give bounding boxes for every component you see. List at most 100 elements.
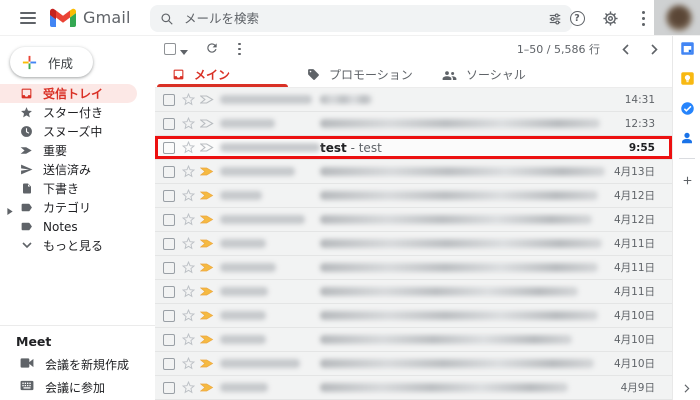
row-checkbox[interactable]	[163, 310, 175, 322]
importance-marker[interactable]	[200, 238, 214, 249]
add-addon-plus-icon[interactable]	[673, 174, 700, 187]
help-icon[interactable]: ?	[566, 7, 588, 29]
more-options-icon[interactable]	[238, 43, 241, 56]
row-checkbox[interactable]	[163, 94, 175, 106]
calendar-icon[interactable]	[673, 41, 700, 56]
collapse-panel-chevron-icon[interactable]	[673, 384, 700, 393]
email-row[interactable]: 4月11日	[155, 280, 672, 304]
importance-marker[interactable]	[200, 286, 214, 297]
keep-icon[interactable]	[673, 71, 700, 86]
sidebar-item-important[interactable]: 重要	[0, 141, 137, 160]
row-checkbox[interactable]	[163, 334, 175, 346]
importance-marker[interactable]	[200, 142, 214, 153]
gmail-logo[interactable]: Gmail	[50, 8, 131, 28]
email-row[interactable]: 4月10日	[155, 328, 672, 352]
contacts-icon[interactable]	[673, 131, 700, 145]
email-list: 14:31 12:33 test - test 9:55 4月13日 4月12日	[155, 88, 672, 400]
importance-marker[interactable]	[200, 166, 214, 177]
star-icon[interactable]	[182, 381, 195, 394]
expand-caret-icon[interactable]	[7, 204, 13, 218]
apps-grid-icon[interactable]	[632, 7, 654, 29]
panel-divider	[679, 158, 695, 159]
new-meeting-item[interactable]: 会議を新規作成	[0, 354, 155, 374]
sidebar-item-starred[interactable]: スター付き	[0, 103, 137, 122]
tab-promotions[interactable]: プロモーション	[290, 62, 425, 87]
sidebar-item-label: 送信済み	[43, 161, 91, 178]
email-row[interactable]: 4月11日	[155, 232, 672, 256]
email-row[interactable]: 14:31	[155, 88, 672, 112]
row-checkbox[interactable]	[163, 286, 175, 298]
importance-marker[interactable]	[200, 358, 214, 369]
email-row[interactable]: 4月10日	[155, 304, 672, 328]
search-input[interactable]	[184, 11, 548, 26]
email-row[interactable]: 4月13日	[155, 160, 672, 184]
pagination-label: 1–50 / 5,586 行	[517, 41, 600, 57]
hamburger-menu-icon[interactable]	[8, 0, 48, 36]
sidebar-item-sent[interactable]: 送信済み	[0, 160, 137, 179]
importance-marker[interactable]	[200, 94, 214, 105]
email-time: 4月10日	[614, 356, 655, 371]
email-row[interactable]: 4月12日	[155, 208, 672, 232]
row-checkbox[interactable]	[163, 358, 175, 370]
sender-blurred	[220, 167, 320, 176]
row-checkbox[interactable]	[163, 166, 175, 178]
row-checkbox[interactable]	[163, 214, 175, 226]
email-row[interactable]: test - test 9:55	[155, 136, 672, 160]
importance-marker[interactable]	[200, 310, 214, 321]
sidebar-item-label: カテゴリ	[43, 199, 91, 216]
sidebar-item-drafts[interactable]: 下書き	[0, 179, 137, 198]
sidebar-item-inbox[interactable]: 受信トレイ	[0, 84, 137, 103]
older-page-icon[interactable]	[651, 40, 658, 59]
tasks-icon[interactable]	[673, 101, 700, 116]
email-row[interactable]: 4月10日	[155, 352, 672, 376]
sidebar-item-categories[interactable]: カテゴリ	[0, 198, 137, 217]
row-checkbox[interactable]	[163, 238, 175, 250]
star-icon[interactable]	[182, 213, 195, 226]
sender-blurred	[220, 215, 320, 224]
importance-marker[interactable]	[200, 190, 214, 201]
refresh-icon[interactable]	[205, 40, 219, 59]
email-row[interactable]: 4月12日	[155, 184, 672, 208]
star-icon[interactable]	[182, 357, 195, 370]
search-options-tune-icon[interactable]	[548, 12, 562, 26]
row-checkbox[interactable]	[163, 118, 175, 130]
row-checkbox[interactable]	[163, 262, 175, 274]
user-avatar[interactable]	[654, 0, 700, 35]
email-row[interactable]: 4月11日	[155, 256, 672, 280]
email-row[interactable]: 4月9日	[155, 376, 672, 400]
social-people-icon	[442, 69, 457, 81]
join-meeting-item[interactable]: 会議に参加	[0, 377, 155, 397]
email-row[interactable]: 12:33	[155, 112, 672, 136]
star-icon[interactable]	[182, 237, 195, 250]
sender-blurred	[220, 95, 320, 104]
star-icon[interactable]	[182, 117, 195, 130]
star-icon[interactable]	[182, 333, 195, 346]
newer-page-icon[interactable]	[622, 40, 629, 59]
row-checkbox[interactable]	[163, 382, 175, 394]
star-icon[interactable]	[182, 309, 195, 322]
sidebar-item-snoozed[interactable]: スヌーズ中	[0, 122, 137, 141]
tab-primary[interactable]: メイン	[155, 62, 290, 87]
star-icon[interactable]	[182, 141, 195, 154]
star-icon[interactable]	[182, 189, 195, 202]
settings-gear-icon[interactable]	[599, 7, 621, 29]
row-checkbox[interactable]	[163, 142, 175, 154]
search-bar[interactable]	[150, 5, 572, 32]
star-icon[interactable]	[182, 285, 195, 298]
compose-button[interactable]: 作成	[10, 47, 93, 77]
importance-marker[interactable]	[200, 214, 214, 225]
sidebar-item-notes[interactable]: Notes	[0, 217, 137, 236]
importance-marker[interactable]	[200, 118, 214, 129]
select-dropdown-icon[interactable]	[180, 40, 188, 59]
row-checkbox[interactable]	[163, 190, 175, 202]
importance-marker[interactable]	[200, 382, 214, 393]
sidebar-item-more[interactable]: もっと見る	[0, 236, 137, 255]
importance-marker[interactable]	[200, 334, 214, 345]
sidebar-item-label: 下書き	[43, 180, 79, 197]
star-icon[interactable]	[182, 165, 195, 178]
select-all-checkbox[interactable]	[164, 43, 176, 55]
star-icon[interactable]	[182, 261, 195, 274]
importance-marker[interactable]	[200, 262, 214, 273]
star-icon[interactable]	[182, 93, 195, 106]
tab-social[interactable]: ソーシャル	[425, 62, 560, 87]
